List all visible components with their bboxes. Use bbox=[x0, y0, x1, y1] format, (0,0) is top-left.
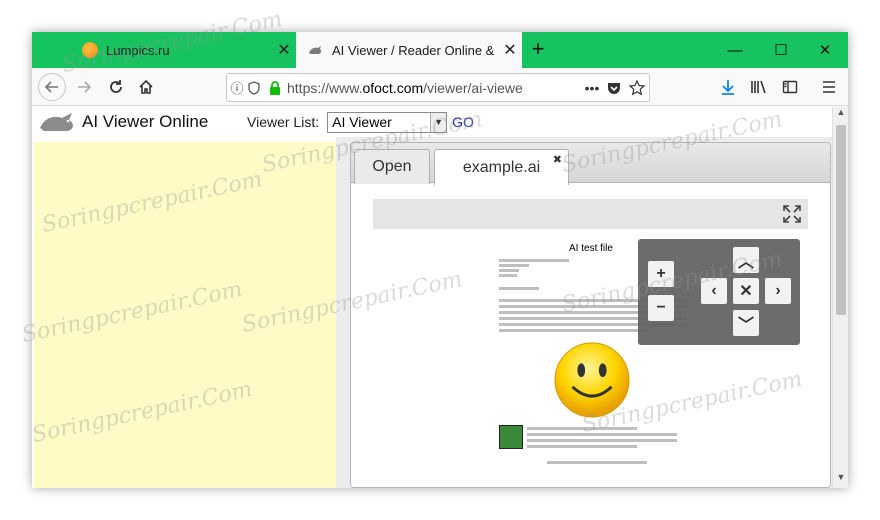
window-close-button[interactable]: ✕ bbox=[802, 32, 848, 68]
close-file-icon[interactable]: ✖ bbox=[553, 153, 562, 166]
tab-ai-viewer[interactable]: AI Viewer / Reader Online & Fre ✕ bbox=[296, 32, 522, 68]
menu-button[interactable] bbox=[816, 74, 842, 100]
navigation-controls: + − ︿ ‹ ✕ › ﹀ bbox=[638, 239, 800, 345]
text-line bbox=[499, 269, 519, 272]
download-icon bbox=[722, 80, 734, 95]
scroll-down-icon[interactable]: ▼ bbox=[833, 472, 848, 488]
text-line bbox=[499, 264, 529, 267]
pan-up-button[interactable]: ︿ bbox=[733, 247, 759, 273]
ofoct-favicon-icon bbox=[309, 46, 322, 54]
text-line bbox=[527, 445, 637, 448]
text-line bbox=[499, 329, 649, 332]
lumpics-favicon-icon bbox=[82, 42, 98, 58]
sidebar-icon bbox=[782, 80, 798, 94]
secure-lock-icon[interactable] bbox=[267, 80, 283, 96]
back-arrow-icon bbox=[44, 81, 58, 93]
site-header: AI Viewer Online Viewer List: AI Viewer … bbox=[32, 107, 832, 137]
document-title: AI test file bbox=[569, 243, 613, 254]
reset-view-button[interactable]: ✕ bbox=[733, 278, 759, 304]
tab-strip: Lumpics.ru ✕ AI Viewer / Reader Online &… bbox=[32, 32, 848, 68]
forward-arrow-icon bbox=[78, 81, 92, 93]
chevron-down-icon[interactable]: ▼ bbox=[430, 112, 447, 132]
maximize-button[interactable]: ☐ bbox=[758, 32, 804, 68]
tab-close-icon[interactable]: ✕ bbox=[272, 40, 296, 60]
site-logo-icon bbox=[40, 113, 73, 131]
sidebar-toggle-button[interactable] bbox=[777, 74, 803, 100]
text-line bbox=[527, 439, 677, 442]
tab-lumpics[interactable]: Lumpics.ru ✕ bbox=[70, 32, 296, 68]
new-tab-button[interactable]: + bbox=[526, 38, 550, 62]
minimize-button[interactable]: — bbox=[712, 32, 758, 68]
url-text[interactable]: https://www.ofoct.com/viewer/ai-viewe bbox=[287, 80, 581, 96]
scrollbar-thumb[interactable] bbox=[836, 125, 846, 315]
zoom-out-button[interactable]: − bbox=[648, 295, 674, 321]
text-line bbox=[547, 461, 647, 464]
ad-side-panel bbox=[34, 142, 336, 488]
pocket-icon[interactable] bbox=[603, 80, 625, 96]
reload-icon bbox=[110, 80, 122, 93]
pan-right-button[interactable]: › bbox=[765, 278, 791, 304]
viewer-list-value: AI Viewer bbox=[332, 114, 392, 130]
text-line bbox=[527, 433, 677, 436]
smiley-face-icon bbox=[554, 342, 630, 418]
viewer-list-select[interactable]: AI Viewer ▼ bbox=[327, 111, 448, 133]
library-button[interactable] bbox=[746, 74, 772, 100]
file-tab-label: example.ai bbox=[462, 158, 541, 176]
text-line bbox=[499, 274, 517, 277]
library-icon bbox=[751, 80, 766, 94]
text-line bbox=[499, 287, 539, 290]
home-button[interactable] bbox=[132, 73, 160, 101]
tab-title: Lumpics.ru bbox=[106, 42, 170, 58]
text-line bbox=[499, 259, 569, 262]
zoom-in-button[interactable]: + bbox=[648, 261, 674, 287]
tab-title: AI Viewer / Reader Online & Fre bbox=[332, 42, 498, 58]
info-icon[interactable]: ⓘ bbox=[227, 78, 247, 97]
address-bar[interactable]: ⓘ https://www.ofoct.com/viewer/ai-viewe … bbox=[226, 73, 650, 102]
reload-button[interactable] bbox=[102, 73, 130, 101]
web-page: AI Viewer Online Viewer List: AI Viewer … bbox=[32, 107, 832, 488]
page-scrollbar[interactable]: ▲ ▼ bbox=[832, 107, 848, 488]
home-icon bbox=[139, 79, 153, 94]
scroll-up-icon[interactable]: ▲ bbox=[833, 107, 848, 123]
forward-button[interactable] bbox=[70, 73, 98, 101]
tab-example-file[interactable]: example.ai ✖ bbox=[434, 149, 569, 185]
viewer-toolbar bbox=[373, 199, 808, 229]
tab-open[interactable]: Open bbox=[354, 149, 430, 184]
file-viewer-panel: Open example.ai ✖ AI test file + − ︿ ‹ ✕… bbox=[350, 142, 831, 488]
pan-down-button[interactable]: ﹀ bbox=[733, 310, 759, 336]
tab-close-icon[interactable]: ✕ bbox=[498, 40, 522, 60]
pan-left-button[interactable]: ‹ bbox=[701, 278, 727, 304]
back-button[interactable] bbox=[38, 73, 66, 101]
tracking-shield-icon[interactable] bbox=[247, 80, 261, 95]
downloads-button[interactable] bbox=[715, 74, 741, 100]
go-link[interactable]: GO bbox=[452, 114, 474, 130]
fullscreen-icon[interactable] bbox=[782, 204, 802, 224]
viewer-tab-bar: Open example.ai ✖ bbox=[351, 143, 830, 185]
page-actions-icon[interactable]: ••• bbox=[581, 80, 603, 96]
browser-window: Lumpics.ru ✕ AI Viewer / Reader Online &… bbox=[32, 32, 848, 488]
site-title: AI Viewer Online bbox=[82, 112, 209, 131]
bookmark-star-icon[interactable] bbox=[625, 79, 649, 96]
document-thumbnail bbox=[499, 425, 523, 449]
text-line bbox=[527, 427, 637, 430]
navigation-bar: ⓘ https://www.ofoct.com/viewer/ai-viewe … bbox=[32, 68, 848, 106]
hamburger-menu-icon bbox=[823, 81, 835, 93]
viewer-list-label: Viewer List: bbox=[247, 114, 320, 130]
